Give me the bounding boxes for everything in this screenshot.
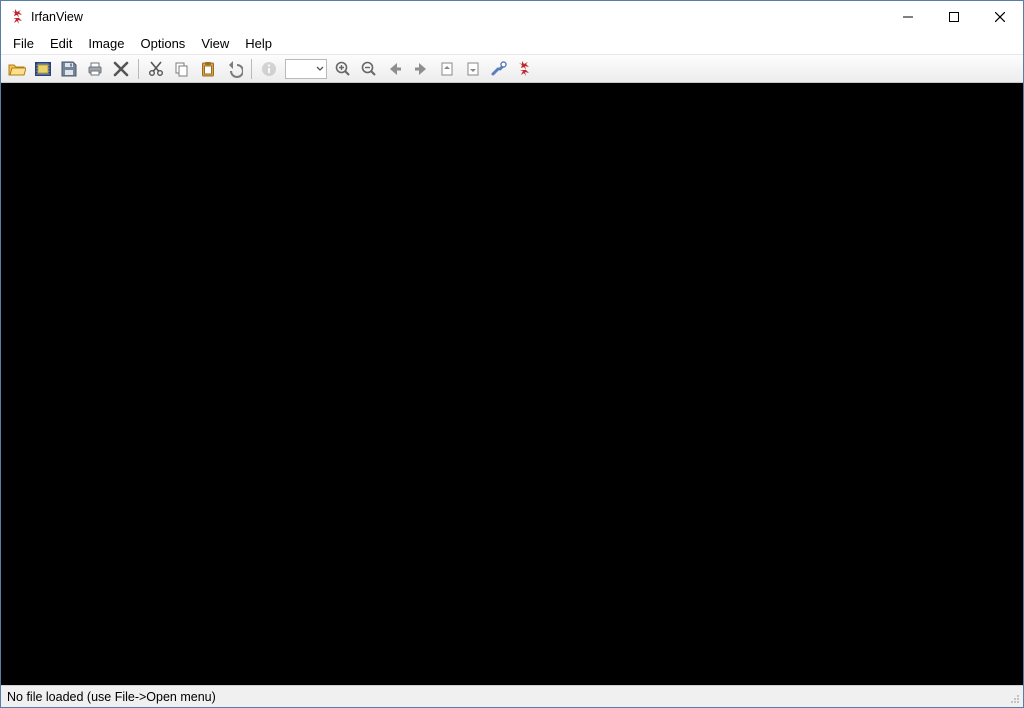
info-button[interactable] [257, 57, 281, 81]
menubar: File Edit Image Options View Help [1, 33, 1023, 55]
info-icon [260, 60, 278, 78]
statusbar: No file loaded (use File->Open menu) [1, 685, 1023, 707]
menu-image[interactable]: Image [80, 34, 132, 53]
zoom-combo[interactable] [285, 59, 327, 79]
irfanview-cat-icon [516, 60, 534, 78]
undo-icon [225, 60, 243, 78]
image-viewer-area[interactable] [1, 83, 1023, 685]
menu-options[interactable]: Options [133, 34, 194, 53]
prev-file-button[interactable] [383, 57, 407, 81]
arrow-right-icon [412, 60, 430, 78]
minimize-button[interactable] [885, 1, 931, 33]
toolbar [1, 55, 1023, 83]
toolbar-separator [138, 59, 139, 79]
copy-icon [173, 60, 191, 78]
paste-button[interactable] [196, 57, 220, 81]
folder-open-icon [8, 60, 26, 78]
page-up-icon [438, 60, 456, 78]
menu-view[interactable]: View [193, 34, 237, 53]
menu-help[interactable]: Help [237, 34, 280, 53]
close-button[interactable] [977, 1, 1023, 33]
save-button[interactable] [57, 57, 81, 81]
titlebar: IrfanView [1, 1, 1023, 33]
toolbar-separator [251, 59, 252, 79]
print-button[interactable] [83, 57, 107, 81]
cut-button[interactable] [144, 57, 168, 81]
delete-button[interactable] [109, 57, 133, 81]
page-down-icon [464, 60, 482, 78]
zoom-in-button[interactable] [331, 57, 355, 81]
next-page-button[interactable] [461, 57, 485, 81]
filmstrip-icon [34, 60, 52, 78]
app-icon [9, 9, 25, 25]
delete-x-icon [112, 60, 130, 78]
about-button[interactable] [513, 57, 537, 81]
status-text: No file loaded (use File->Open menu) [7, 690, 216, 704]
slideshow-button[interactable] [31, 57, 55, 81]
next-file-button[interactable] [409, 57, 433, 81]
clipboard-icon [199, 60, 217, 78]
wrench-icon [490, 60, 508, 78]
printer-icon [86, 60, 104, 78]
open-button[interactable] [5, 57, 29, 81]
scissors-icon [147, 60, 165, 78]
arrow-left-icon [386, 60, 404, 78]
menu-edit[interactable]: Edit [42, 34, 80, 53]
settings-button[interactable] [487, 57, 511, 81]
prev-page-button[interactable] [435, 57, 459, 81]
copy-button[interactable] [170, 57, 194, 81]
zoom-out-button[interactable] [357, 57, 381, 81]
chevron-down-icon [316, 62, 324, 76]
window-title: IrfanView [31, 10, 83, 24]
resize-grip-icon[interactable] [1007, 691, 1021, 705]
zoom-out-icon [360, 60, 378, 78]
maximize-button[interactable] [931, 1, 977, 33]
floppy-disk-icon [60, 60, 78, 78]
zoom-in-icon [334, 60, 352, 78]
menu-file[interactable]: File [5, 34, 42, 53]
undo-button[interactable] [222, 57, 246, 81]
